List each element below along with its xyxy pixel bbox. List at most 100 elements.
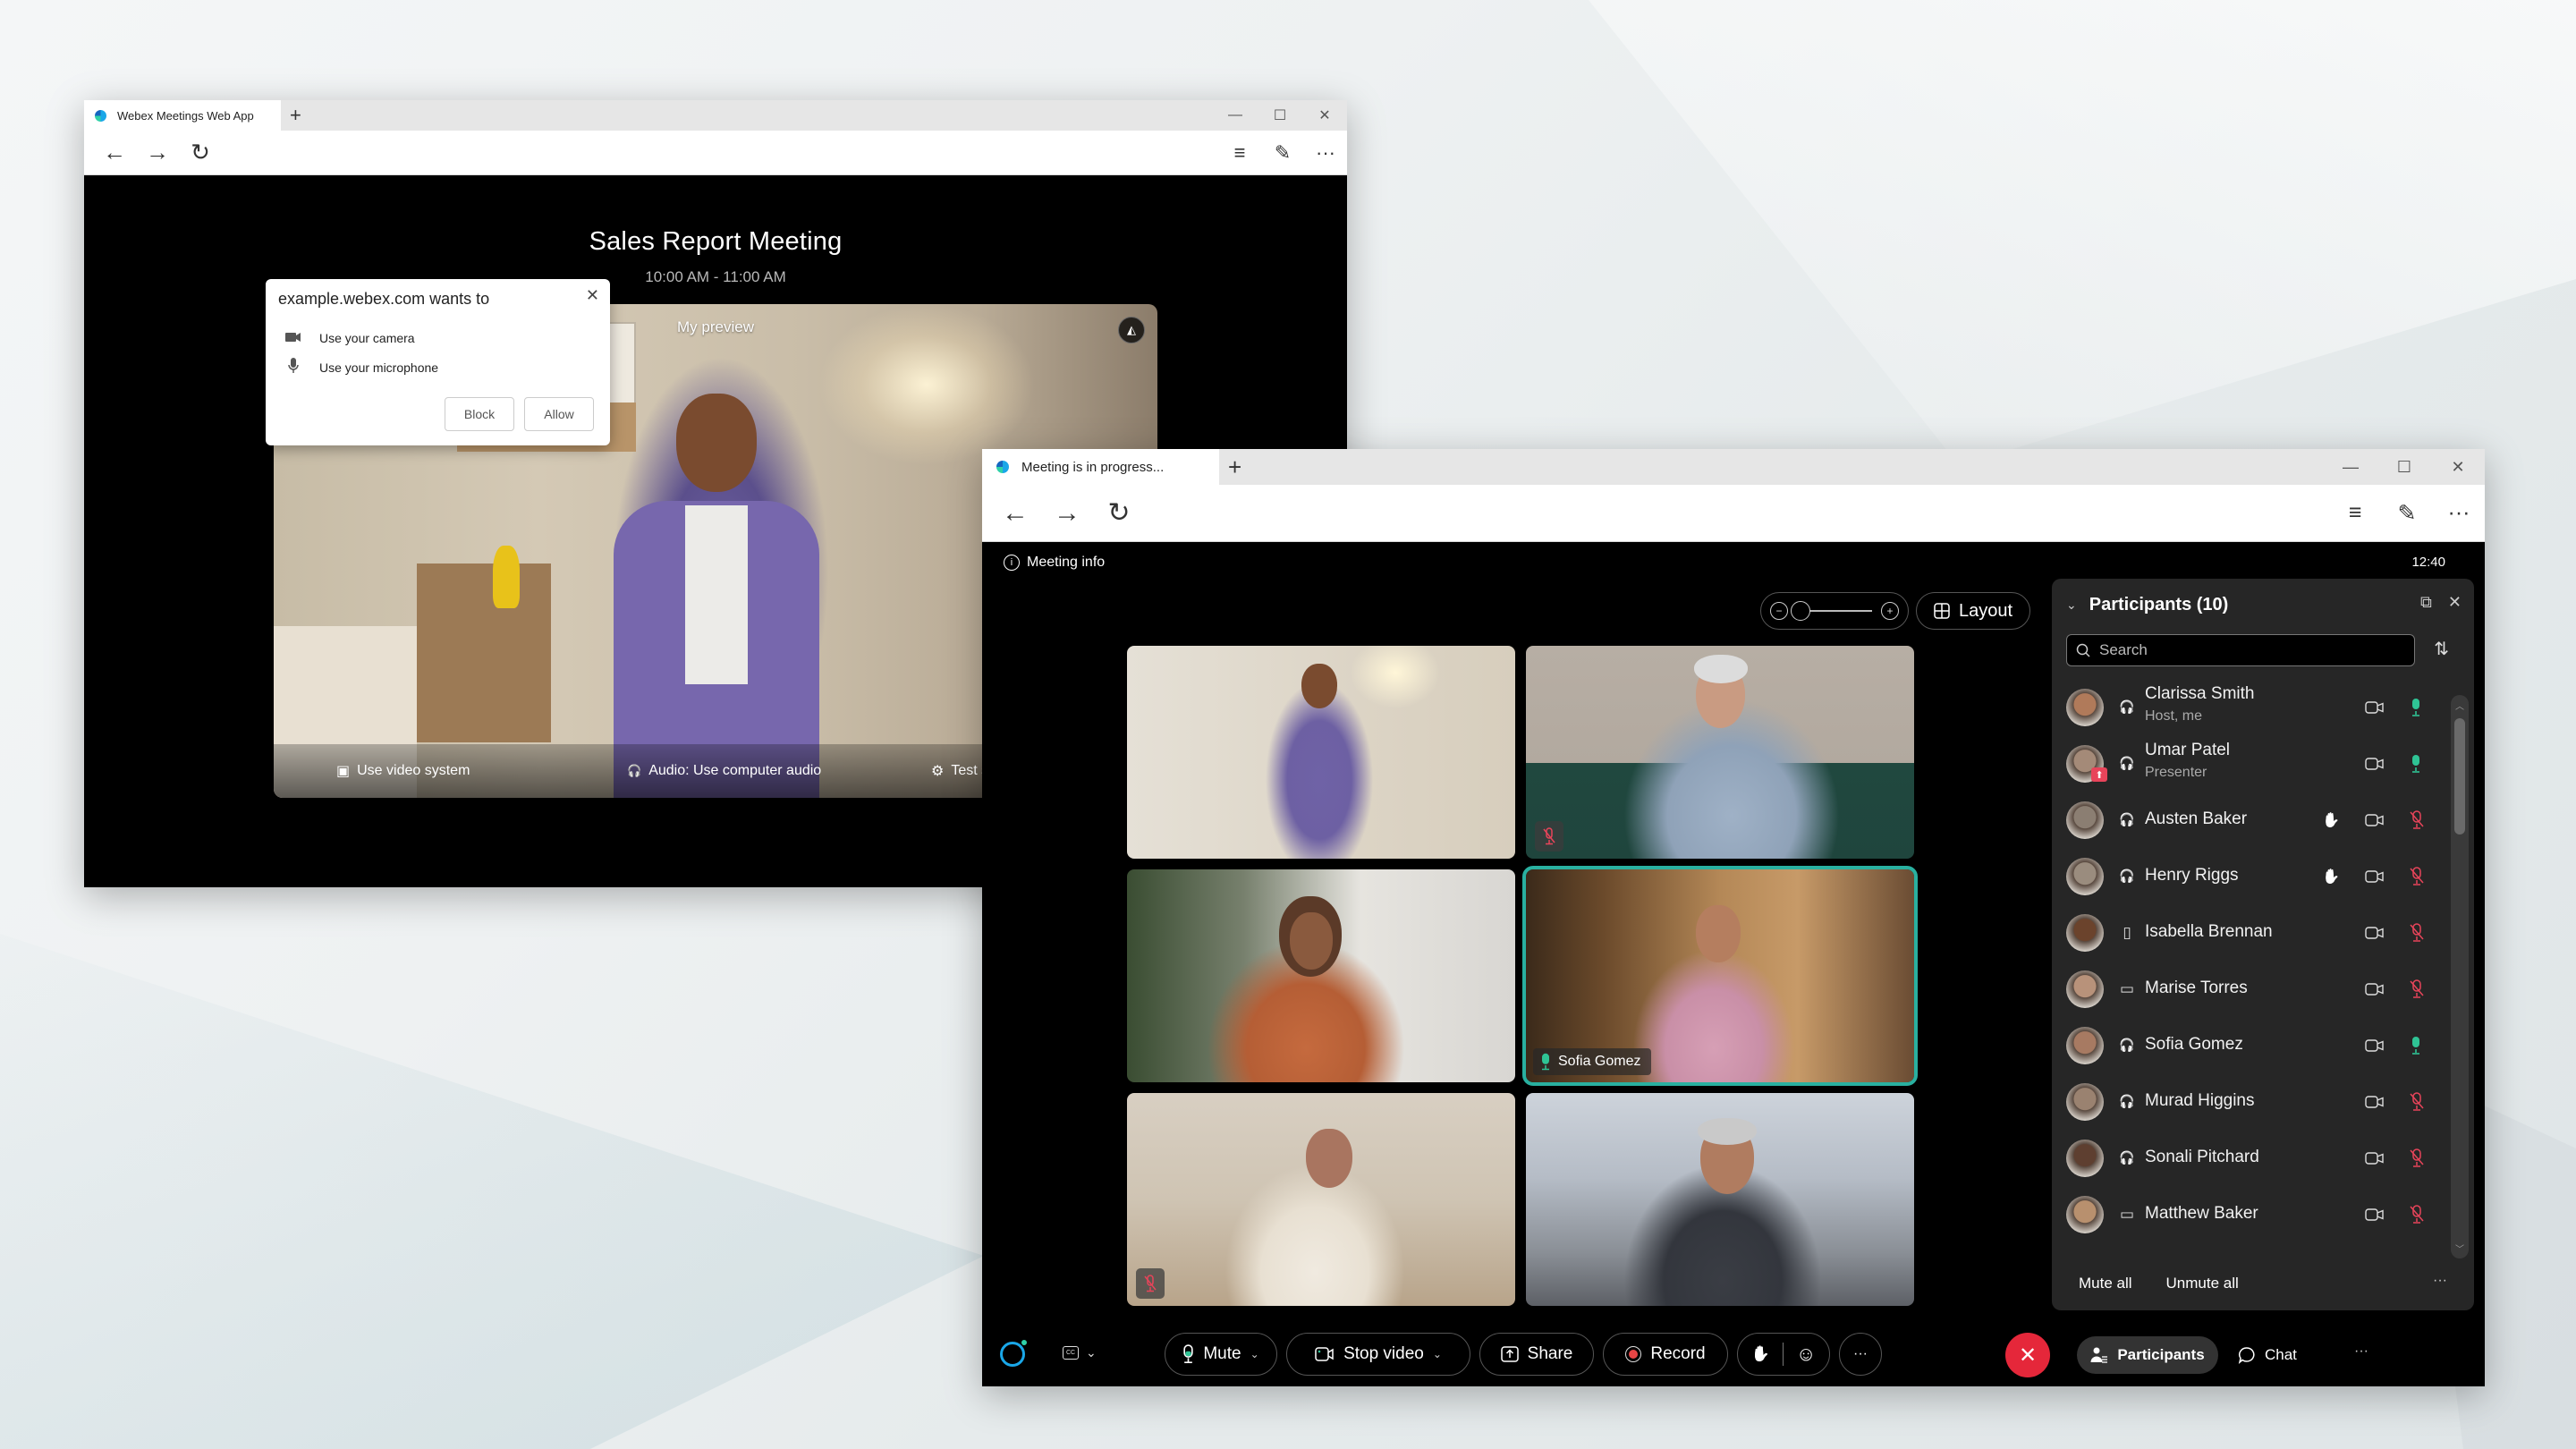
scroll-down-icon[interactable]: ﹀ bbox=[2451, 1241, 2469, 1255]
mirror-toggle-icon[interactable]: ◭ bbox=[1118, 317, 1145, 343]
reading-list-button[interactable]: ≡ bbox=[1218, 135, 1261, 171]
ai-assistant-icon[interactable] bbox=[1000, 1342, 1025, 1367]
scrollbar-thumb[interactable] bbox=[2454, 718, 2465, 835]
mic-muted-icon[interactable] bbox=[2410, 866, 2426, 886]
camera-icon[interactable] bbox=[2365, 813, 2385, 826]
participant-row[interactable]: 🎧 Murad Higgins bbox=[2052, 1073, 2445, 1130]
video-tile[interactable] bbox=[1127, 646, 1515, 859]
participant-search[interactable] bbox=[2066, 634, 2415, 666]
reload-button[interactable]: ↻ bbox=[179, 135, 222, 171]
microphone-icon[interactable] bbox=[2410, 1036, 2426, 1055]
mute-button[interactable]: Mute ⌄ bbox=[1165, 1333, 1277, 1376]
participant-row[interactable]: 🎧 Austen Baker ✋ bbox=[2052, 792, 2445, 848]
video-tile[interactable] bbox=[1127, 1093, 1515, 1306]
mic-muted-icon[interactable] bbox=[2410, 1204, 2426, 1224]
chevron-down-icon[interactable]: ⌄ bbox=[2066, 597, 2077, 613]
mic-muted-icon[interactable] bbox=[2410, 1148, 2426, 1168]
closed-captions-button[interactable]: CC ⌄ bbox=[1063, 1345, 1097, 1360]
mute-all-button[interactable]: Mute all bbox=[2079, 1275, 2132, 1292]
maximize-button[interactable]: ☐ bbox=[1258, 106, 1302, 124]
participant-row[interactable]: ⬆ 🎧 Umar Patel Presenter bbox=[2052, 735, 2445, 792]
zoom-slider-handle[interactable] bbox=[1791, 601, 1811, 621]
participant-row[interactable]: ▭ Matthew Baker bbox=[2052, 1186, 2445, 1242]
audio-option-button[interactable]: 🎧 Audio: Use computer audio bbox=[627, 763, 821, 779]
browser-tab-meeting[interactable]: Meeting is in progress... bbox=[982, 449, 1219, 485]
chevron-down-icon[interactable]: ⌄ bbox=[1086, 1345, 1097, 1360]
browser-tab-webex-app[interactable]: Webex Meetings Web App bbox=[84, 100, 281, 131]
forward-button[interactable]: → bbox=[1041, 491, 1093, 536]
block-button[interactable]: Block bbox=[445, 397, 514, 431]
participant-row[interactable]: ▭ Marise Torres bbox=[2052, 961, 2445, 1017]
back-button[interactable]: ← bbox=[989, 491, 1041, 536]
chevron-down-icon[interactable]: ⌄ bbox=[1250, 1348, 1259, 1360]
video-tile[interactable] bbox=[1526, 646, 1914, 859]
more-options-button[interactable]: ··· bbox=[1839, 1333, 1882, 1376]
zoom-in-icon[interactable]: + bbox=[1881, 602, 1899, 620]
participant-row[interactable]: 🎧 Sonali Pitchard bbox=[2052, 1130, 2445, 1186]
reaction-icon[interactable]: ☺ bbox=[1796, 1343, 1816, 1366]
notes-button[interactable]: ✎ bbox=[2381, 491, 2433, 536]
record-button[interactable]: Record bbox=[1603, 1333, 1728, 1376]
microphone-icon[interactable] bbox=[2410, 754, 2426, 774]
camera-icon[interactable] bbox=[2365, 1038, 2385, 1052]
zoom-slider[interactable] bbox=[1791, 601, 1872, 621]
search-input[interactable] bbox=[2099, 641, 2385, 659]
participant-row[interactable]: ▯ Isabella Brennan bbox=[2052, 904, 2445, 961]
participant-row[interactable]: 🎧 Henry Riggs ✋ bbox=[2052, 848, 2445, 904]
participant-list-scrollbar[interactable]: ︿ ﹀ bbox=[2451, 695, 2469, 1258]
scroll-up-icon[interactable]: ︿ bbox=[2451, 699, 2469, 712]
allow-button[interactable]: Allow bbox=[524, 397, 594, 431]
stop-video-button[interactable]: Stop video ⌄ bbox=[1286, 1333, 1470, 1376]
participant-row[interactable]: 🎧 Clarissa Smith Host, me bbox=[2052, 679, 2445, 735]
chat-toggle-button[interactable]: Chat bbox=[2238, 1336, 2297, 1374]
reload-button[interactable]: ↻ bbox=[1093, 491, 1145, 536]
forward-button[interactable]: → bbox=[136, 135, 179, 171]
zoom-out-icon[interactable]: − bbox=[1770, 602, 1788, 620]
end-call-button[interactable]: ✕ bbox=[2005, 1333, 2050, 1377]
maximize-button[interactable]: ☐ bbox=[2377, 458, 2431, 477]
microphone-icon[interactable] bbox=[2410, 698, 2426, 717]
unmute-all-button[interactable]: Unmute all bbox=[2166, 1275, 2239, 1292]
mic-muted-icon[interactable] bbox=[2410, 979, 2426, 999]
close-icon[interactable]: ✕ bbox=[2448, 593, 2462, 612]
camera-icon[interactable] bbox=[2365, 926, 2385, 939]
browser-more-button[interactable]: ··· bbox=[1304, 135, 1347, 171]
camera-icon[interactable] bbox=[2365, 757, 2385, 770]
back-button[interactable]: ← bbox=[93, 135, 136, 171]
camera-icon[interactable] bbox=[2365, 982, 2385, 996]
share-button[interactable]: Share bbox=[1479, 1333, 1594, 1376]
camera-icon[interactable] bbox=[2365, 700, 2385, 714]
raise-hand-icon[interactable]: ✋ bbox=[1751, 1345, 1770, 1363]
notes-button[interactable]: ✎ bbox=[1261, 135, 1304, 171]
panel-more-button[interactable]: ··· bbox=[2433, 1273, 2447, 1289]
participants-header[interactable]: ⌄ Participants (10) bbox=[2066, 595, 2228, 615]
camera-icon[interactable] bbox=[2365, 869, 2385, 883]
sort-icon[interactable]: ⇅ bbox=[2434, 638, 2449, 660]
close-icon[interactable]: ✕ bbox=[586, 286, 599, 305]
participants-toggle-button[interactable]: Participants bbox=[2077, 1336, 2218, 1374]
close-window-button[interactable]: ✕ bbox=[1302, 106, 1347, 124]
mic-muted-icon[interactable] bbox=[2410, 1091, 2426, 1112]
video-tile-active-speaker[interactable]: Sofia Gomez bbox=[1522, 866, 1918, 1086]
minimize-button[interactable]: — bbox=[2324, 458, 2377, 477]
video-tile[interactable] bbox=[1127, 869, 1515, 1082]
browser-more-button[interactable]: ··· bbox=[2433, 491, 2485, 536]
use-video-system-button[interactable]: ▣ Use video system bbox=[336, 762, 470, 780]
popout-icon[interactable]: ⧉ bbox=[2420, 593, 2432, 612]
camera-icon[interactable] bbox=[2365, 1151, 2385, 1165]
minimize-button[interactable]: — bbox=[1213, 107, 1258, 123]
camera-icon[interactable] bbox=[2365, 1208, 2385, 1221]
chevron-down-icon[interactable]: ⌄ bbox=[1433, 1348, 1442, 1360]
new-tab-button[interactable]: + bbox=[1228, 449, 1241, 485]
meeting-info-button[interactable]: i Meeting info bbox=[1004, 555, 1105, 571]
close-window-button[interactable]: ✕ bbox=[2431, 458, 2485, 477]
participant-row[interactable]: 🎧 Sofia Gomez bbox=[2052, 1017, 2445, 1073]
new-tab-button[interactable]: + bbox=[290, 100, 301, 131]
mic-muted-icon[interactable] bbox=[2410, 809, 2426, 830]
overflow-more-button[interactable]: ··· bbox=[2354, 1343, 2368, 1360]
layout-button[interactable]: Layout bbox=[1916, 592, 2030, 630]
video-tile[interactable] bbox=[1526, 1093, 1914, 1306]
reading-list-button[interactable]: ≡ bbox=[2329, 491, 2381, 536]
camera-icon[interactable] bbox=[2365, 1095, 2385, 1108]
mic-muted-icon[interactable] bbox=[2410, 922, 2426, 943]
